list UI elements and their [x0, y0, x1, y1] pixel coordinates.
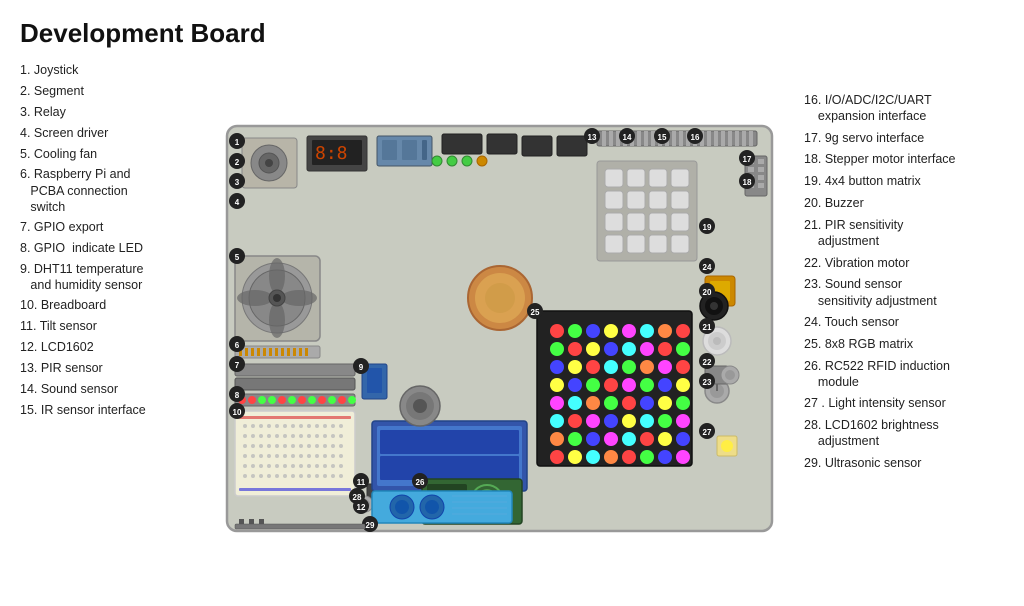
label-21: 21. PIR sensitivity adjustment — [804, 216, 1004, 251]
label-17: 17. 9g servo interface — [804, 129, 1004, 148]
label-26: 26. RC522 RFID induction module — [804, 357, 1004, 392]
label-10: 10. Breadboard — [20, 296, 195, 315]
board-area: 8:8 — [199, 61, 800, 596]
label-9: 9. DHT11 temperature and humidity sensor — [20, 260, 195, 295]
svg-text:7: 7 — [235, 361, 240, 370]
label-13: 13. PIR sensor — [20, 359, 195, 378]
svg-text:18: 18 — [743, 178, 752, 187]
label-1: 1. Joystick — [20, 61, 195, 80]
svg-text:12: 12 — [357, 503, 366, 512]
label-12: 12. LCD1602 — [20, 338, 195, 357]
label-25: 25. 8x8 RGB matrix — [804, 335, 1004, 354]
left-label-list: 1. Joystick 2. Segment 3. Relay 4. Scree… — [20, 61, 195, 596]
label-4: 4. Screen driver — [20, 124, 195, 143]
label-16: 16. I/O/ADC/I2C/UART expansion interface — [804, 91, 1004, 126]
svg-text:27: 27 — [703, 428, 712, 437]
svg-text:10: 10 — [233, 408, 242, 417]
svg-text:2: 2 — [235, 158, 240, 167]
svg-text:21: 21 — [703, 323, 712, 332]
svg-text:3: 3 — [235, 178, 240, 187]
svg-text:29: 29 — [366, 521, 375, 530]
label-28: 28. LCD1602 brightness adjustment — [804, 416, 1004, 451]
label-8: 8. GPIO indicate LED — [20, 239, 195, 258]
label-29: 29. Ultrasonic sensor — [804, 454, 1004, 473]
svg-text:15: 15 — [658, 133, 667, 142]
label-6: 6. Raspberry Pi and PCBA connection swit… — [20, 165, 195, 216]
label-5: 5. Cooling fan — [20, 145, 195, 164]
svg-text:26: 26 — [416, 478, 425, 487]
svg-text:23: 23 — [703, 378, 712, 387]
svg-text:5: 5 — [235, 253, 240, 262]
label-3: 3. Relay — [20, 103, 195, 122]
page-title: Development Board — [20, 18, 1004, 49]
label-24: 24. Touch sensor — [804, 313, 1004, 332]
label-20: 20. Buzzer — [804, 194, 1004, 213]
label-2: 2. Segment — [20, 82, 195, 101]
svg-text:6: 6 — [235, 341, 240, 350]
label-7: 7. GPIO export — [20, 218, 195, 237]
svg-text:14: 14 — [623, 133, 632, 142]
svg-text:17: 17 — [743, 155, 752, 164]
svg-text:8:8: 8:8 — [315, 143, 348, 164]
svg-text:13: 13 — [588, 133, 597, 142]
svg-text:9: 9 — [359, 363, 364, 372]
label-14: 14. Sound sensor — [20, 380, 195, 399]
label-27: 27 . Light intensity sensor — [804, 394, 1004, 413]
right-label-list: 16. I/O/ADC/I2C/UART expansion interface… — [804, 61, 1004, 596]
svg-text:28: 28 — [353, 493, 362, 502]
svg-text:22: 22 — [703, 358, 712, 367]
svg-text:19: 19 — [703, 223, 712, 232]
svg-text:1: 1 — [235, 138, 240, 147]
board-diagram: 8:8 — [227, 126, 772, 531]
label-23: 23. Sound sensor sensitivity adjustment — [804, 275, 1004, 310]
label-15: 15. IR sensor interface — [20, 401, 195, 420]
svg-text:20: 20 — [703, 288, 712, 297]
svg-text:25: 25 — [531, 308, 540, 317]
svg-text:4: 4 — [235, 198, 240, 207]
svg-text:16: 16 — [691, 133, 700, 142]
svg-text:8: 8 — [235, 391, 240, 400]
svg-text:24: 24 — [703, 263, 712, 272]
label-19: 19. 4x4 button matrix — [804, 172, 1004, 191]
label-11: 11. Tilt sensor — [20, 317, 195, 336]
label-22: 22. Vibration motor — [804, 254, 1004, 273]
label-18: 18. Stepper motor interface — [804, 150, 1004, 169]
svg-text:11: 11 — [357, 478, 366, 487]
